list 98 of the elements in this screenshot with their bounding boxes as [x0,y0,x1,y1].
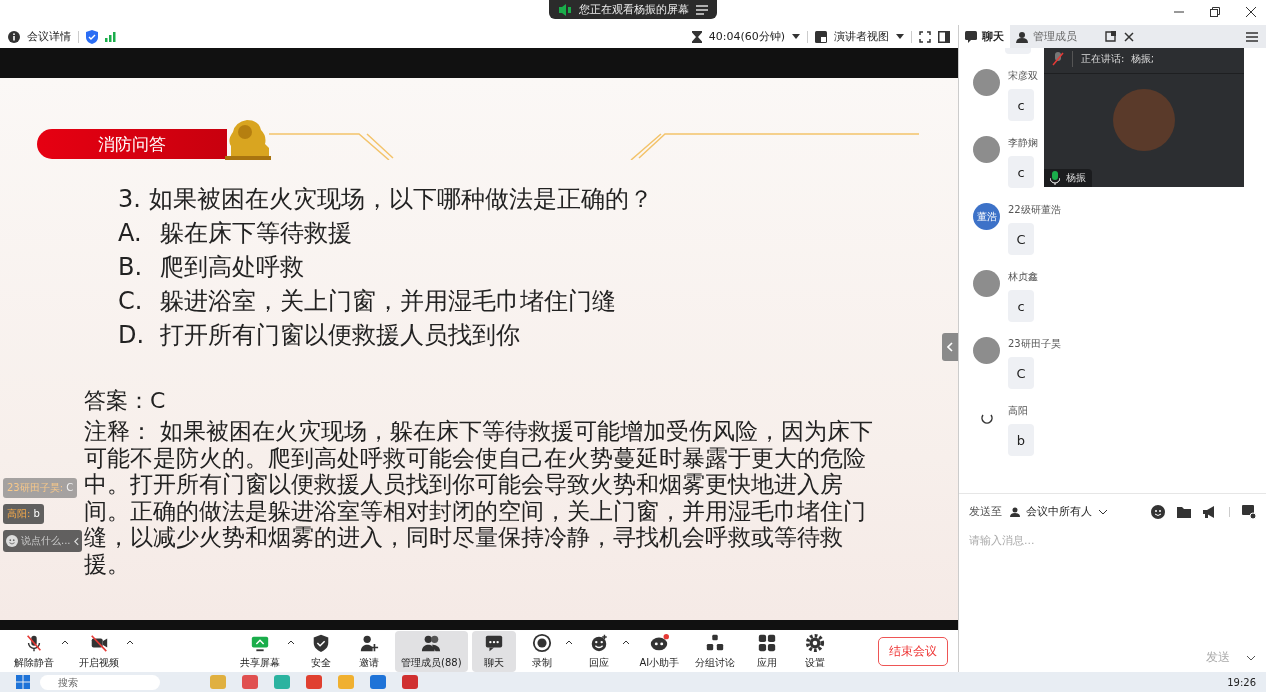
caret-icon[interactable] [896,34,904,39]
speaker-icon [558,3,572,16]
panel-tab[interactable]: 聊天 [959,25,1010,48]
send-to-label: 发送至 [969,504,1002,519]
slide-banner: 消防问答 [37,129,227,159]
option-text: 爬到高处呼救 [160,252,304,283]
meeting-timer[interactable]: 40:04(60分钟) [708,29,785,44]
sender-name: 22级研董浩 [1008,203,1061,217]
avatar: 董浩 [973,203,1000,230]
panel-collapse-button[interactable] [942,333,958,361]
apps-icon [757,632,778,653]
restore-icon[interactable] [1210,7,1220,17]
notice-text: 您正在观看杨振的屏幕 [579,2,689,17]
robot-icon [649,632,670,653]
message-bubble: c [1008,290,1034,322]
person-icon [1016,30,1028,43]
participant-name: 杨振 [1066,171,1086,185]
toolbar-button[interactable]: 应用 [745,630,790,672]
question-text: 3. 如果被困在火灾现场，以下哪种做法是正确的？ [118,184,654,215]
toolbar-button[interactable]: AI小助手 [633,630,686,672]
chat-icon [965,30,977,43]
live-chat-message: 高阳: b [3,504,44,524]
toolbar-button[interactable]: 分组讨论 [689,630,742,672]
shield-icon[interactable] [86,29,98,44]
note-paragraph: 注释： 如果被困在火灾现场，躲在床下等待救援可能增加受伤风险，因为床下可能不是防火的。爬到高处呼救可能会使自己在火势蔓延时暴露于更大的危险中。打开所有门窗以便救援人员找到你可能会导致火势和烟雾更快地进入房间。正确的做法是躲进浴室等相对封闭的空间，关上门窗，并用湿毛巾堵住门缝，以减少火势和烟雾的进入，同时尽量保持冷静，寻找机会呼救或等待救援。 [84,418,875,577]
fullscreen-icon[interactable] [919,30,931,43]
megaphone-icon[interactable] [1203,505,1217,518]
toolbar-button[interactable]: 开启视频 [73,630,125,672]
meeting-info-link[interactable]: 会议详情 [27,29,71,44]
option-letter: B. [118,252,144,283]
sender-name: 23研田子昊 [1008,337,1061,351]
chevron-down-icon[interactable] [1246,654,1256,661]
menu-icon[interactable] [1246,31,1258,42]
settings-icon [805,632,826,653]
toolbar-button[interactable]: 共享屏幕 [234,630,286,672]
layout-icon [815,30,827,43]
close-icon[interactable] [1124,31,1134,42]
option-letter: C. [118,286,144,317]
avatar-photo-placeholder [973,270,1000,297]
record-icon [531,632,552,653]
live-chat-message: 23研田子昊: C [3,478,78,498]
message-bubble: c [1008,156,1034,188]
message-bubble: b [1008,424,1034,456]
recipient-dropdown[interactable]: 会议中所有人 [1010,504,1108,519]
chevron-up-icon[interactable] [621,639,630,645]
mic-icon [1050,171,1060,185]
caret-icon[interactable] [792,34,800,39]
pop-out-icon[interactable] [1105,31,1116,42]
option-text: 躲在床下等待救援 [160,218,352,249]
info-icon [8,30,20,43]
signal-icon [105,31,116,42]
answer-text: 答案：C [84,388,167,414]
person-icon [1010,506,1020,517]
folder-icon[interactable] [1177,505,1191,518]
camera-off-icon [89,632,109,653]
view-mode-dropdown[interactable]: 演讲者视图 [834,29,889,44]
toolbar-button[interactable]: 聊天 [471,630,516,672]
toolbar-button[interactable]: 解除静音 [8,630,60,672]
sender-name: 李静娴 [1008,136,1038,150]
breakout-icon [705,632,726,653]
toolbar-button[interactable]: 邀请 [347,630,391,672]
image-settings-icon[interactable] [1242,504,1256,519]
avatar-photo-placeholder [973,337,1000,364]
chevron-left-icon [947,342,953,352]
end-meeting-button[interactable]: 结束会议 [878,636,948,666]
sender-name: 宋彦双 [1008,69,1038,83]
toolbar-button[interactable]: 安全 [299,630,343,672]
chevron-up-icon[interactable] [287,639,295,645]
close-icon[interactable] [1246,7,1256,17]
sender-name: 林贞鑫 [1008,270,1038,284]
option-letter: D. [118,320,146,351]
muted-mic-icon [24,632,44,653]
chevron-up-icon[interactable] [564,639,573,645]
sidebar-toggle-icon[interactable] [938,30,950,43]
chevron-up-icon[interactable] [126,639,134,645]
option-text: 躲进浴室，关上门窗，并用湿毛巾堵住门缝 [160,286,616,317]
hourglass-icon [691,30,702,43]
toolbar-button[interactable]: 回应 [576,630,621,672]
message-bubble: C [1008,357,1034,389]
toolbar-button[interactable]: 管理成员(88) [395,630,468,672]
avatar-photo-placeholder [973,136,1000,163]
option-letter: A. [118,218,143,249]
taskbar-clock[interactable]: 19:26 [1227,676,1256,688]
chevron-down-icon [1098,508,1108,515]
sender-name: 高阳 [1008,404,1029,418]
message-bubble: c [1008,89,1034,121]
avatar-photo-placeholder [973,69,1000,96]
toolbar-button[interactable]: 设置 [793,630,838,672]
message-bubble: C [1008,223,1034,255]
option-text: 打开所有门窗以便救援人员找到你 [160,320,520,351]
speaking-status: 正在讲话: 杨振; [1081,52,1155,66]
chevron-up-icon[interactable] [61,639,69,645]
taskbar-search-field[interactable]: 搜索 [40,674,160,690]
shield-icon [311,632,331,653]
muted-mic-icon [1052,52,1064,66]
emoji-icon[interactable] [1151,504,1165,519]
panel-tab[interactable]: 管理成员 [1010,25,1083,48]
toolbar-button[interactable]: 录制 [519,630,564,672]
